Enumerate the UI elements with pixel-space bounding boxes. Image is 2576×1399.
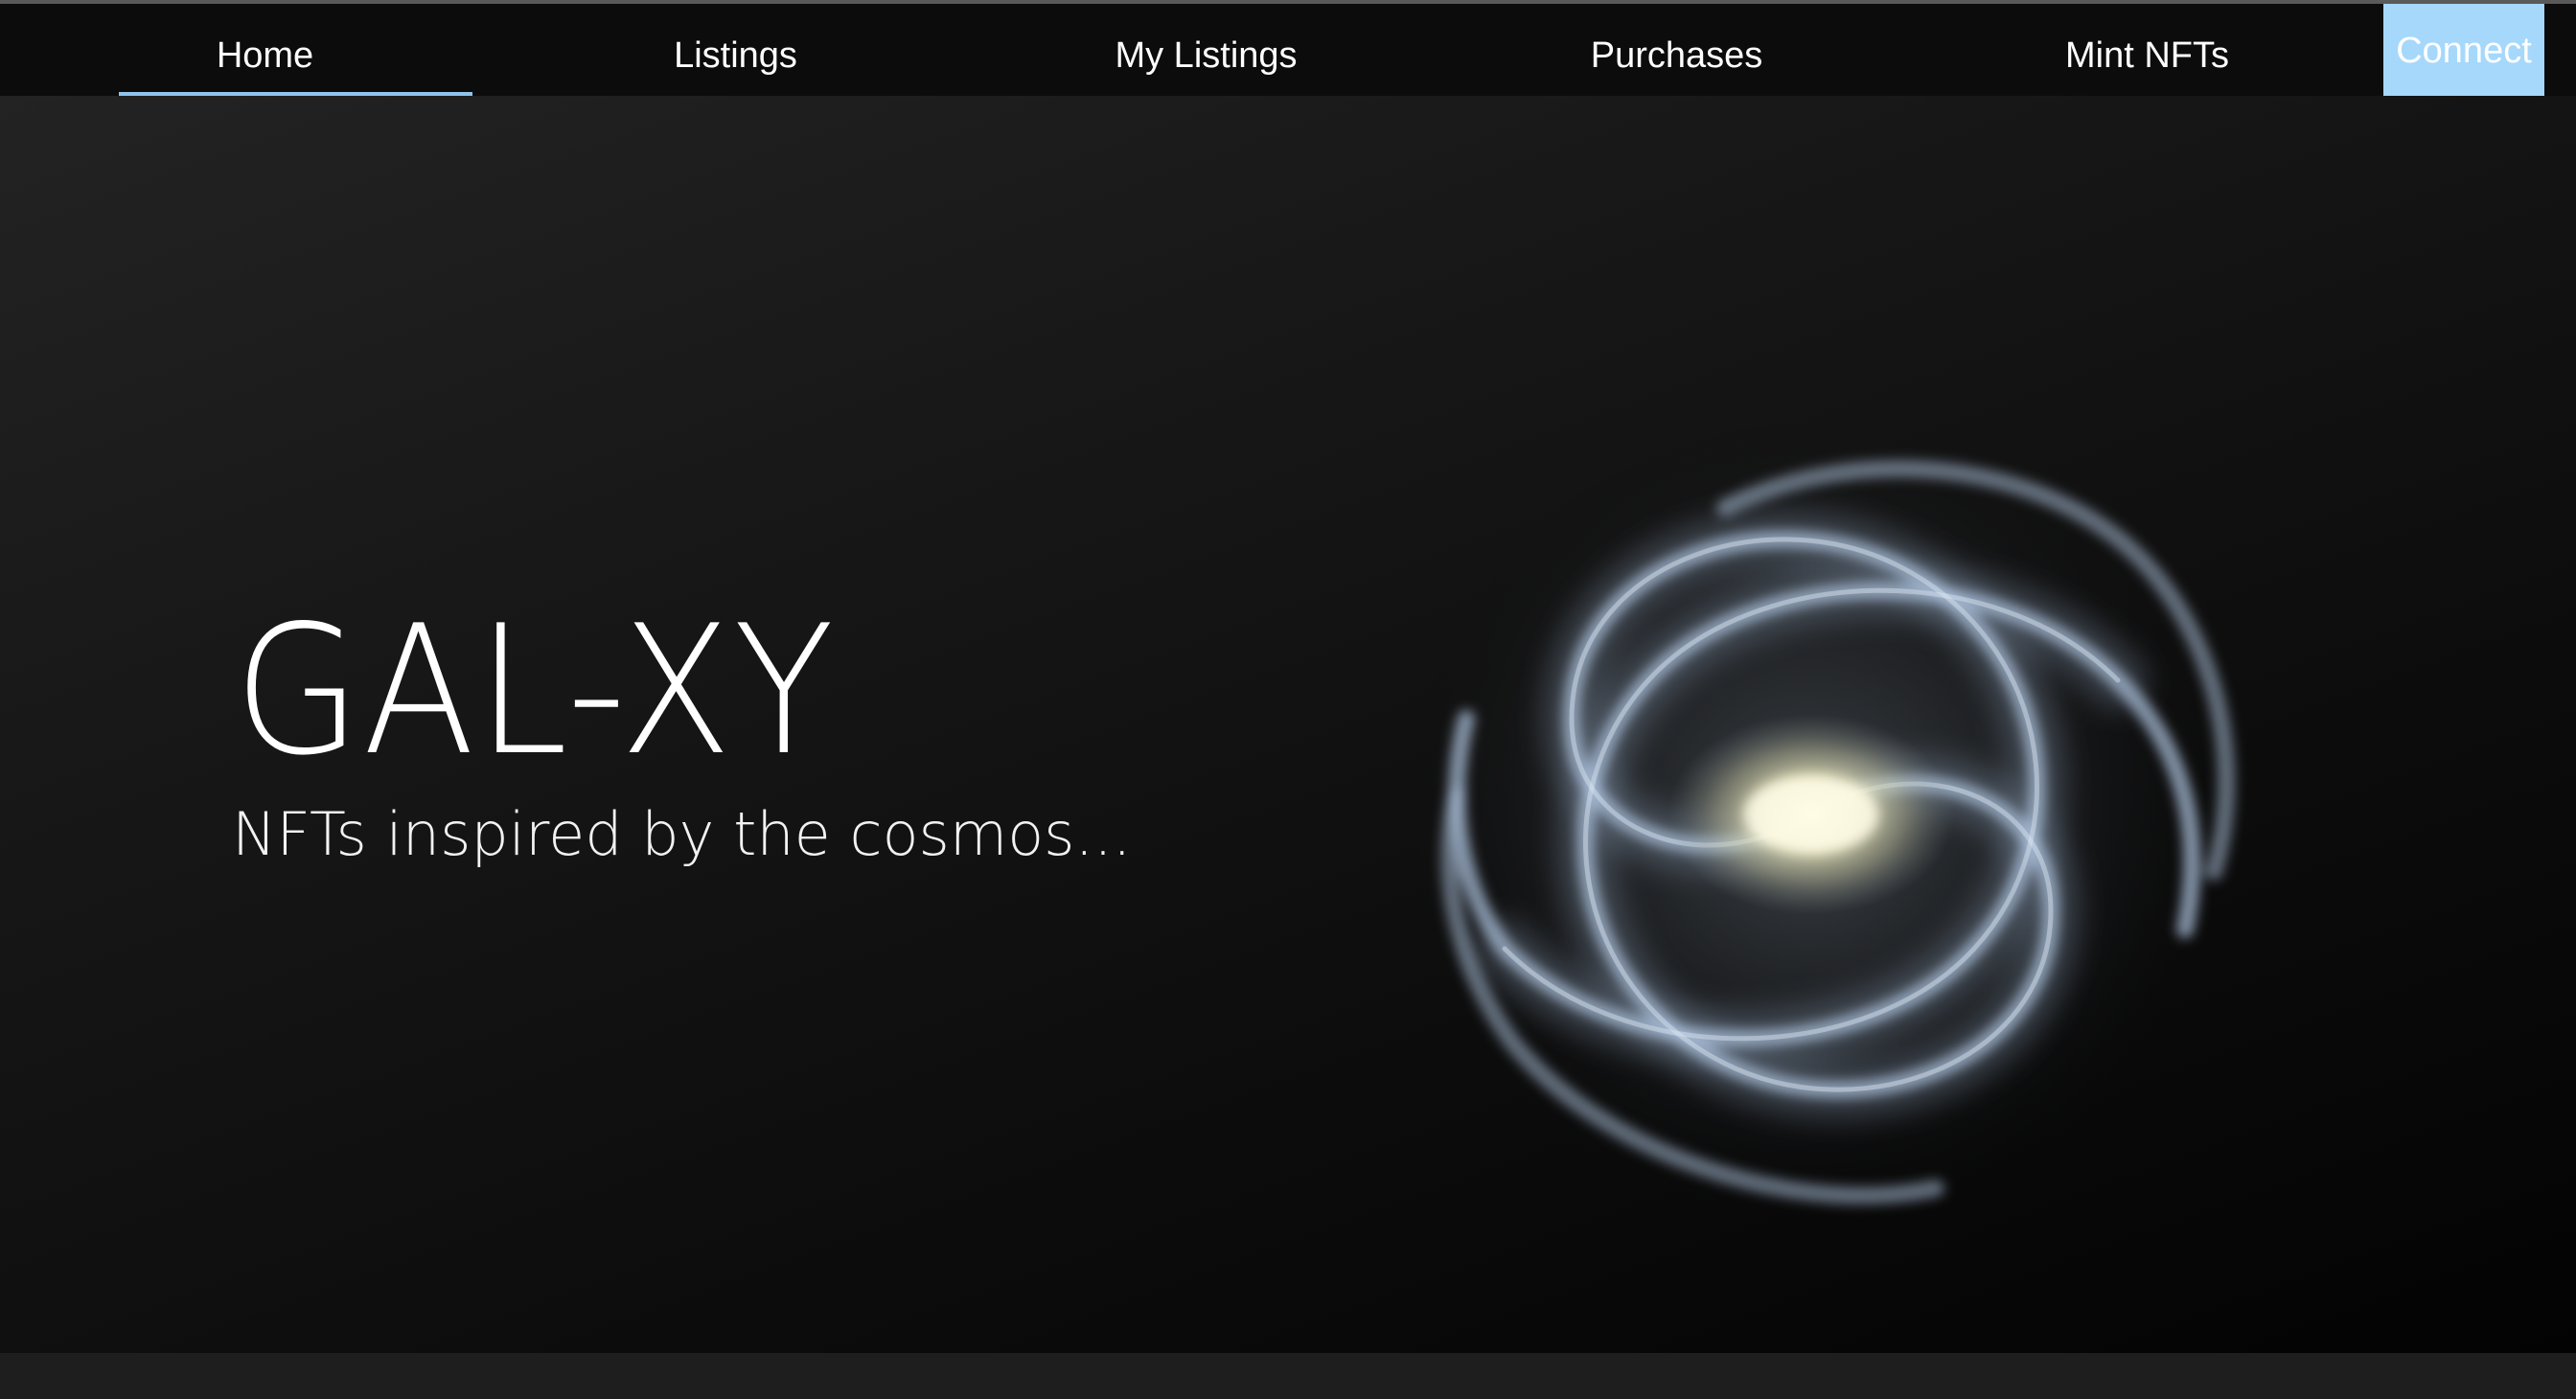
nav-tab-mint-nfts[interactable]: Mint NFTs bbox=[1912, 4, 2382, 96]
hero-section: GAL-XY NFTs inspired by the cosmos... bbox=[0, 96, 2576, 1353]
nav-tab-label: Home bbox=[216, 34, 314, 76]
nav-tab-label: My Listings bbox=[1115, 34, 1298, 76]
nav-tab-home[interactable]: Home bbox=[30, 4, 500, 98]
hero-subtitle: NFTs inspired by the cosmos... bbox=[232, 799, 1132, 869]
navbar: Home Listings My Listings Purchases Mint… bbox=[0, 4, 2576, 98]
galaxy-nucleus bbox=[1744, 776, 1878, 853]
hero-title: GAL-XY bbox=[234, 586, 837, 794]
nav-tab-label: Listings bbox=[674, 34, 797, 76]
nav-tab-label: Mint NFTs bbox=[2065, 34, 2229, 76]
nav-tab-label: Purchases bbox=[1590, 34, 1763, 76]
connect-button[interactable]: Connect bbox=[2383, 4, 2544, 96]
nav-tab-listings[interactable]: Listings bbox=[500, 4, 971, 96]
page: Home Listings My Listings Purchases Mint… bbox=[0, 0, 2576, 1399]
galaxy-image bbox=[1380, 401, 2242, 1244]
nav-tab-purchases[interactable]: Purchases bbox=[1441, 4, 1912, 96]
nav-tab-my-listings[interactable]: My Listings bbox=[971, 4, 1441, 96]
bottom-strip bbox=[0, 1353, 2576, 1399]
